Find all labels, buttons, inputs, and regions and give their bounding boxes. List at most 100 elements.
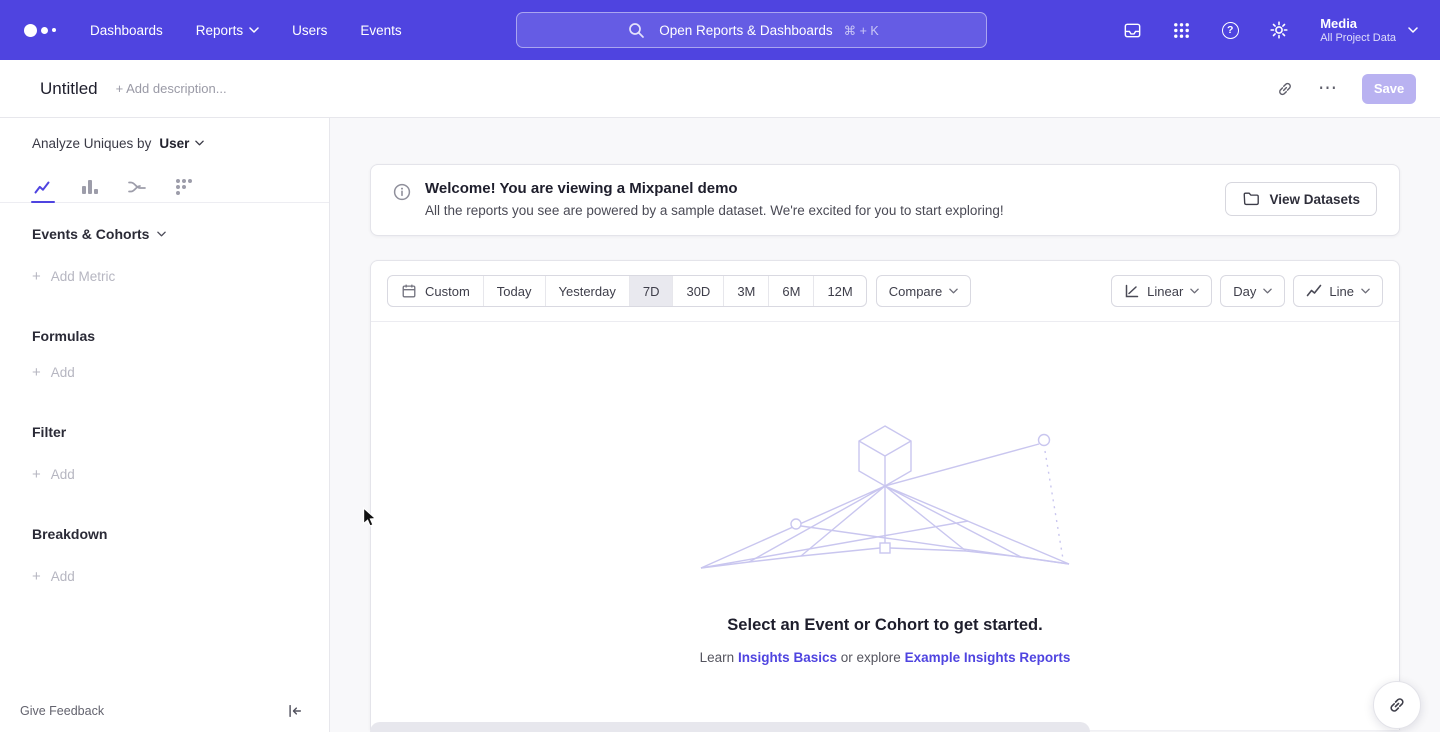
logo-dot (24, 24, 37, 37)
formulas-label: Formulas (32, 328, 95, 344)
view-datasets-button[interactable]: View Datasets (1225, 182, 1377, 216)
report-type-tabs (0, 172, 329, 203)
more-options-button[interactable]: ⋯ (1318, 79, 1338, 98)
add-metric-label: Add Metric (51, 269, 116, 284)
help-icon[interactable]: ? (1218, 22, 1242, 39)
analyze-by-dropdown[interactable]: User (159, 136, 204, 151)
range-3m[interactable]: 3M (723, 276, 768, 306)
empty-sub-text: Learn (700, 650, 735, 665)
range-yesterday[interactable]: Yesterday (545, 276, 629, 306)
folder-icon (1242, 190, 1260, 208)
apps-grid-icon[interactable] (1169, 21, 1193, 40)
logo-dot (52, 28, 56, 32)
plus-icon: + (32, 365, 41, 380)
range-custom[interactable]: Custom (388, 276, 483, 306)
global-search-input[interactable]: Open Reports & Dashboards ⌘ + K (516, 12, 987, 48)
chart-type-label: Line (1329, 284, 1354, 299)
nav-item-users[interactable]: Users (292, 23, 327, 38)
tab-flows[interactable] (125, 177, 149, 197)
plus-icon: + (32, 269, 41, 284)
compare-dropdown[interactable]: Compare (876, 275, 971, 307)
plus-icon: + (32, 467, 41, 482)
tab-retention[interactable] (172, 177, 196, 197)
breakdown-label: Breakdown (32, 526, 107, 542)
search-shortcut: ⌘ + K (844, 23, 879, 38)
add-breakdown-button[interactable]: + Add (32, 567, 329, 585)
share-link-fab[interactable] (1373, 681, 1421, 729)
chart-type-dropdown[interactable]: Line (1293, 275, 1383, 307)
project-selector[interactable]: Media All Project Data (1320, 16, 1418, 45)
events-cohorts-label: Events & Cohorts (32, 226, 149, 242)
example-reports-link[interactable]: Example Insights Reports (905, 650, 1071, 665)
add-filter-label: Add (51, 467, 75, 482)
nav-label: Dashboards (90, 23, 163, 38)
link-icon (1387, 695, 1407, 715)
mixpanel-logo[interactable] (24, 24, 56, 37)
filter-label: Filter (32, 424, 66, 440)
body-layout: Analyze Uniques by User (0, 118, 1440, 732)
range-7d[interactable]: 7D (629, 276, 673, 306)
chevron-down-icon (157, 231, 166, 237)
top-nav: Dashboards Reports Users Events Open Rep… (0, 0, 1440, 60)
nav-item-dashboards[interactable]: Dashboards (90, 23, 163, 38)
query-sidebar: Analyze Uniques by User (0, 118, 330, 732)
project-name: Media (1320, 16, 1396, 32)
welcome-banner: Welcome! You are viewing a Mixpanel demo… (370, 164, 1400, 236)
tab-insights[interactable] (31, 177, 55, 197)
chevron-down-icon (1263, 288, 1272, 294)
chevron-down-icon (1361, 288, 1370, 294)
empty-state-subtitle: Learn Insights Basics or explore Example… (371, 650, 1399, 665)
range-30d[interactable]: 30D (672, 276, 723, 306)
events-cohorts-header[interactable]: Events & Cohorts (32, 225, 329, 243)
banner-title: Welcome! You are viewing a Mixpanel demo (425, 180, 1004, 197)
scale-dropdown[interactable]: Linear (1111, 275, 1212, 307)
search-icon (624, 22, 648, 39)
info-icon (393, 183, 411, 218)
search-placeholder: Open Reports & Dashboards (659, 23, 832, 38)
chevron-down-icon (1190, 288, 1199, 294)
analyze-by-row: Analyze Uniques by User (32, 134, 329, 152)
collapse-sidebar-icon[interactable] (287, 703, 303, 719)
empty-state-title: Select an Event or Cohort to get started… (371, 616, 1399, 635)
logo-dot (41, 27, 48, 34)
sidebar-footer: Give Feedback (0, 690, 329, 732)
banner-subtitle: All the reports you see are powered by a… (425, 203, 1004, 218)
add-formula-label: Add (51, 365, 75, 380)
nav-item-reports[interactable]: Reports (196, 23, 259, 38)
nav-label: Users (292, 23, 327, 38)
tab-funnels[interactable] (78, 177, 102, 197)
range-today[interactable]: Today (483, 276, 545, 306)
linear-scale-icon (1124, 283, 1140, 299)
nav-item-events[interactable]: Events (360, 23, 401, 38)
add-breakdown-label: Add (51, 569, 75, 584)
interval-dropdown[interactable]: Day (1220, 275, 1285, 307)
give-feedback-link[interactable]: Give Feedback (20, 704, 104, 718)
range-6m[interactable]: 6M (768, 276, 813, 306)
report-header: Untitled + Add description... ⋯ Save (0, 60, 1440, 118)
empty-sub-text: or explore (841, 650, 901, 665)
add-formula-button[interactable]: + Add (32, 363, 329, 381)
analyze-by-value: User (159, 136, 189, 151)
formulas-heading: Formulas (32, 327, 329, 345)
copy-link-icon[interactable] (1276, 80, 1294, 98)
report-title[interactable]: Untitled (40, 79, 98, 99)
scale-label: Linear (1147, 284, 1183, 299)
nav-label: Events (360, 23, 401, 38)
chevron-down-icon (1408, 27, 1418, 33)
add-metric-button[interactable]: + Add Metric (32, 267, 329, 285)
help-glyph: ? (1222, 22, 1239, 39)
bottom-panel-edge (370, 722, 1090, 732)
insights-basics-link[interactable]: Insights Basics (738, 650, 837, 665)
add-description-field[interactable]: + Add description... (116, 81, 227, 96)
chart-display-controls: Linear Day Line (1111, 275, 1383, 307)
analyze-by-label: Analyze Uniques by (32, 136, 151, 151)
range-12m[interactable]: 12M (813, 276, 865, 306)
save-button[interactable]: Save (1362, 74, 1416, 104)
calendar-icon (401, 283, 417, 299)
gear-icon[interactable] (1267, 20, 1291, 40)
date-range-control: Custom Today Yesterday 7D 30D 3M 6M 12M (387, 275, 867, 307)
project-scope: All Project Data (1320, 32, 1396, 44)
banner-text: Welcome! You are viewing a Mixpanel demo… (425, 180, 1004, 218)
add-filter-button[interactable]: + Add (32, 465, 329, 483)
inbox-icon[interactable] (1120, 20, 1144, 41)
